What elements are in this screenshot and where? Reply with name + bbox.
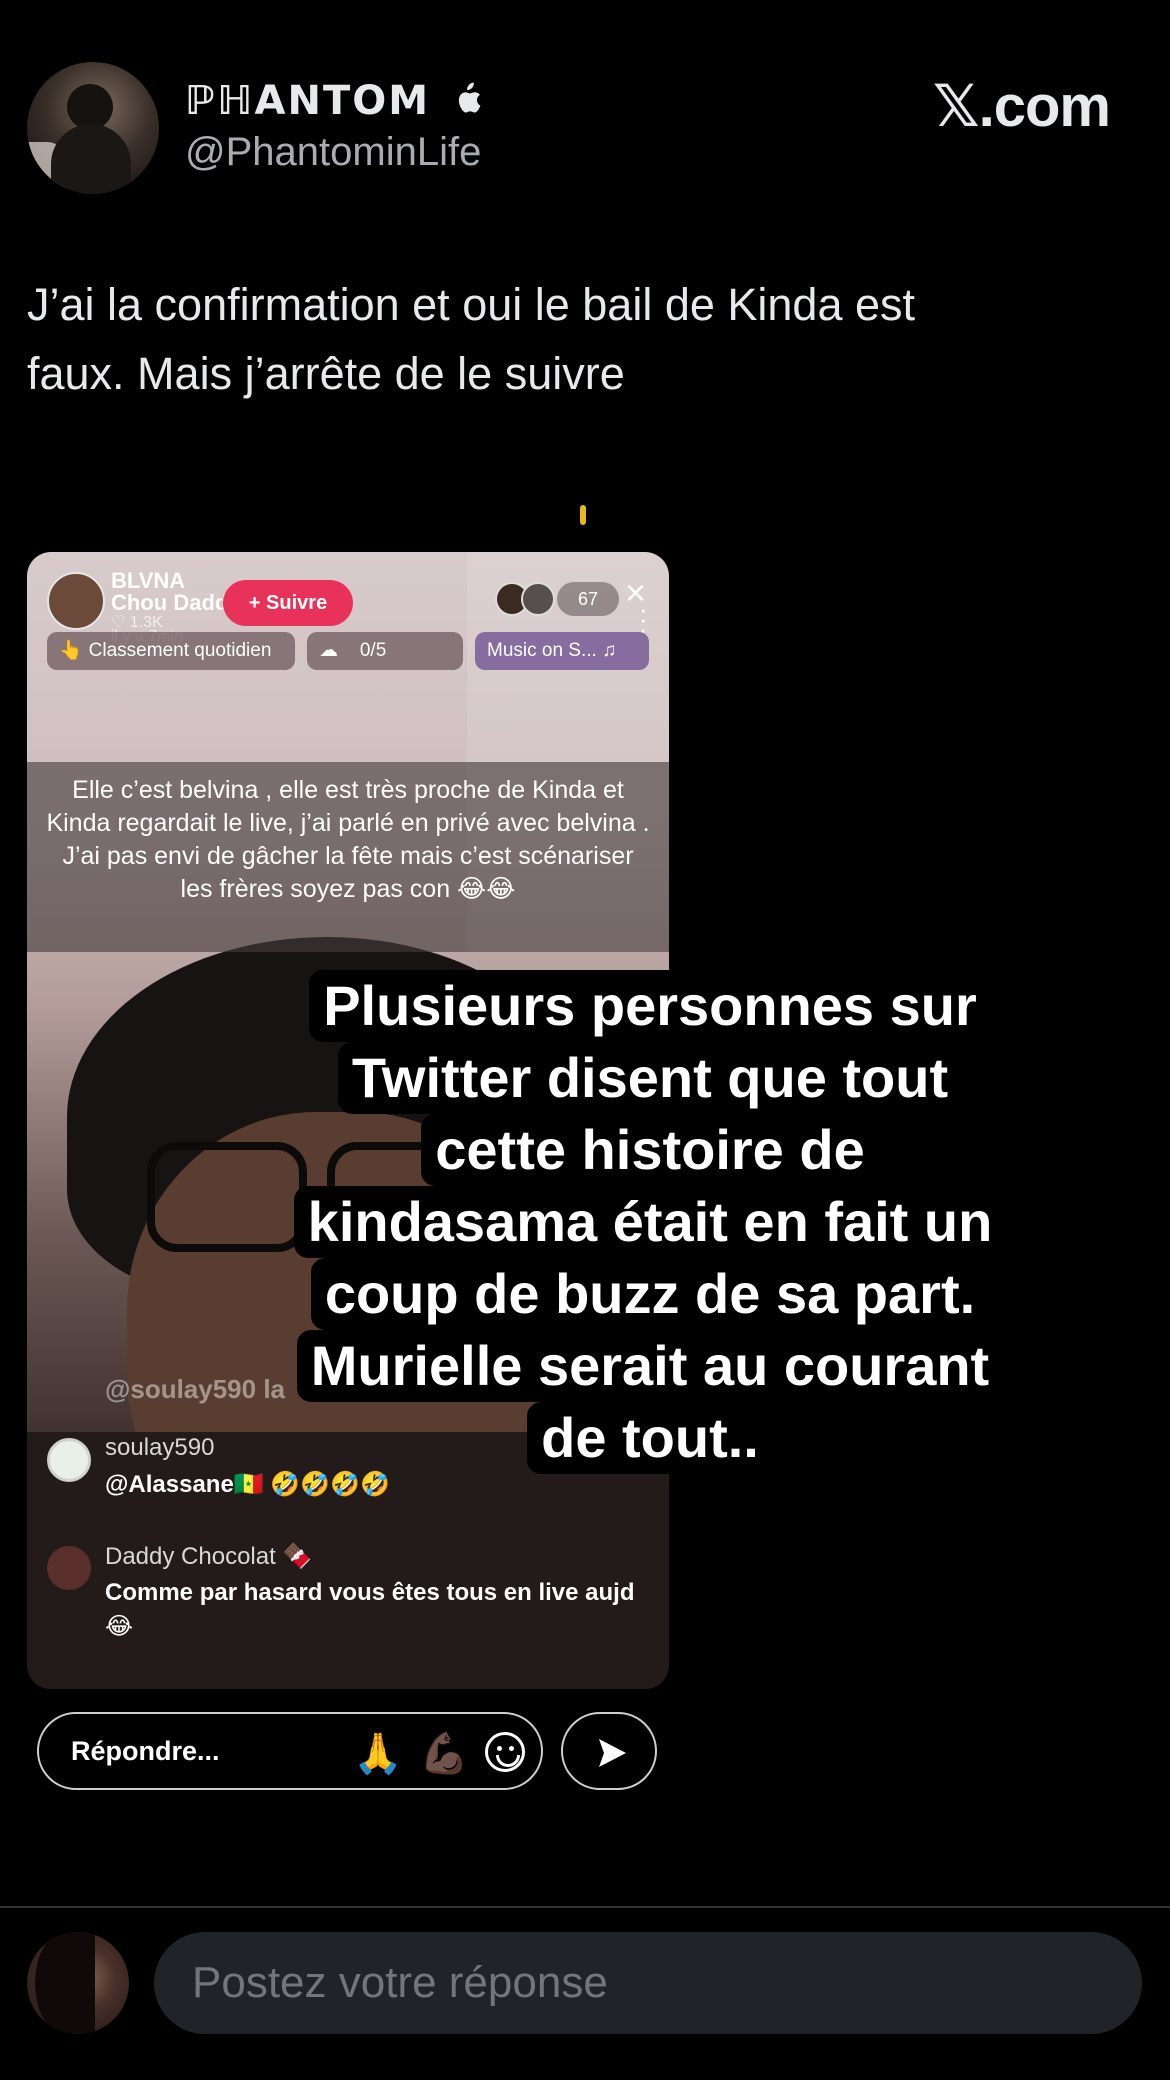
ghost-comment: @soulay590 la	[105, 1374, 286, 1404]
progress-label: 0/5	[359, 640, 387, 661]
tweet-text-line-1: J’ai la confirmation et oui le bail de K…	[27, 279, 916, 330]
more-options-icon[interactable]: · · ·	[639, 596, 648, 642]
story-reply-placeholder: Répondre...	[71, 1736, 220, 1766]
send-arrow-icon	[599, 1739, 626, 1767]
my-avatar[interactable]	[27, 1932, 129, 2034]
overlay-line: cette histoire de	[421, 1114, 879, 1186]
overlay-line: Murielle serait au courant	[296, 1330, 1004, 1402]
divider	[0, 1906, 1170, 1908]
reply-compose-input[interactable]: Postez votre réponse	[154, 1932, 1142, 2034]
follow-button[interactable]: + Suivre	[223, 580, 353, 626]
live-chips: 👆 Classement quotidien ☁ 0/5 Music on S..…	[47, 632, 649, 672]
music-icon: ♫	[602, 640, 617, 661]
viewer-count[interactable]: 67	[557, 582, 619, 616]
overlay-line: de tout..	[527, 1402, 773, 1474]
comment-user: Daddy Chocolat 🍫	[105, 1543, 313, 1570]
story-reply-input[interactable]: Répondre... 🙏 💪🏿	[37, 1712, 543, 1790]
display-name-text: ℙℍANTOM	[185, 78, 431, 124]
tweet-screen: ℙℍANTOM @PhantominLife 𝕏.com J’ai la con…	[0, 0, 1170, 2080]
tweet-body: J’ai la confirmation et oui le bail de K…	[27, 270, 1127, 408]
music-label: Music on S...	[487, 640, 597, 661]
author-display-name[interactable]: ℙℍANTOM	[185, 78, 482, 124]
daily-rank-chip[interactable]: 👆 Classement quotidien	[47, 632, 295, 670]
live-host-avatar[interactable]	[47, 572, 105, 630]
apple-icon	[458, 82, 481, 113]
comment-user: soulay590	[105, 1434, 215, 1461]
daily-rank-label: Classement quotidien	[88, 640, 272, 661]
pray-emoji[interactable]: 🙏	[353, 1730, 403, 1777]
viewer-avatar[interactable]	[521, 582, 555, 616]
author-avatar[interactable]	[27, 62, 159, 194]
overlay-line: kindasama était en fait un	[293, 1186, 1007, 1258]
author-handle[interactable]: @PhantominLife	[185, 130, 481, 175]
decorative-dot	[580, 505, 586, 525]
x-watermark: 𝕏.com	[932, 74, 1111, 139]
overlay-caption: Plusieurs personnes sur Twitter disent q…	[270, 970, 1030, 1474]
follow-label: Suivre	[266, 592, 328, 614]
music-chip[interactable]: Music on S... ♫	[475, 632, 649, 670]
flex-emoji[interactable]: 💪🏿	[419, 1730, 469, 1777]
hand-icon: 👆	[59, 640, 83, 661]
send-button[interactable]	[561, 1712, 657, 1790]
overlay-line: Plusieurs personnes sur	[309, 970, 991, 1042]
cloud-icon: ☁	[319, 640, 338, 661]
overlay-line: Twitter disent que tout	[337, 1042, 963, 1114]
tweet-text-line-2: faux. Mais j’arrête de le suivre	[27, 348, 625, 399]
comment-text: Comme par hasard vous êtes tous en live …	[105, 1579, 635, 1640]
compose-placeholder: Postez votre réponse	[192, 1958, 608, 2007]
comment-avatar[interactable]	[47, 1438, 91, 1482]
video-caption: Elle c’est belvina , elle est très proch…	[27, 762, 669, 952]
add-emoji-icon[interactable]	[485, 1732, 525, 1772]
overlay-line: coup de buzz de sa part.	[310, 1258, 990, 1330]
progress-chip[interactable]: ☁ 0/5	[307, 632, 463, 670]
comment-avatar[interactable]	[47, 1546, 91, 1590]
